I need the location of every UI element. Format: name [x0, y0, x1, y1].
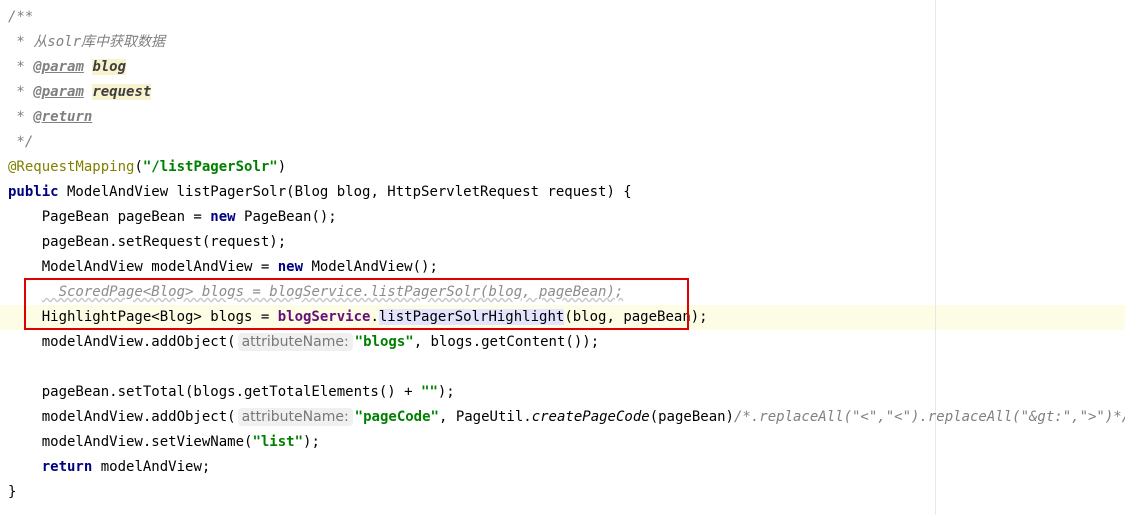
- javadoc-prefix: *: [8, 59, 34, 75]
- string-literal: "list": [252, 434, 304, 450]
- code-text: (pageBean): [649, 409, 734, 425]
- javadoc-prefix: *: [8, 109, 34, 125]
- code-line-16[interactable]: pageBean.setTotal(blogs.getTotalElements…: [8, 380, 455, 405]
- code-text: modelAndView.addObject(: [8, 334, 236, 350]
- string-literal: "pageCode": [354, 409, 439, 425]
- code-line-14[interactable]: modelAndView.addObject(attributeName: "bl…: [8, 330, 599, 355]
- code-text: modelAndView.setViewName(: [8, 434, 253, 450]
- code-line-20[interactable]: }: [8, 480, 16, 505]
- code-text: );: [303, 434, 320, 450]
- code-line-11[interactable]: ModelAndView modelAndView = new ModelAnd…: [8, 255, 438, 280]
- code-line-6[interactable]: */: [8, 130, 33, 155]
- code-line-8[interactable]: public ModelAndView listPagerSolr(Blog b…: [8, 180, 632, 205]
- code-line-9[interactable]: PageBean pageBean = new PageBean();: [8, 205, 337, 230]
- javadoc-param-request: request: [92, 84, 152, 100]
- string-literal: "": [421, 384, 438, 400]
- javadoc-description: 从solr库中获取数据: [33, 34, 166, 50]
- javadoc-open: /**: [8, 9, 34, 25]
- paren: (: [134, 159, 143, 175]
- code-line-1[interactable]: /**: [8, 5, 33, 30]
- annotation-value: "/listPagerSolr": [142, 159, 278, 175]
- code-text: pageBean.setTotal(blogs.getTotalElements…: [8, 384, 422, 400]
- keyword-return: return: [41, 459, 93, 475]
- code-line-18[interactable]: modelAndView.setViewName("list");: [8, 430, 320, 455]
- code-line-10[interactable]: pageBean.setRequest(request);: [8, 230, 286, 255]
- closing-brace: }: [8, 484, 17, 500]
- code-line-5[interactable]: * @return: [8, 105, 92, 130]
- code-text: modelAndView.addObject(: [8, 409, 236, 425]
- code-line-3[interactable]: * @param blog: [8, 55, 127, 80]
- keyword-new: new: [210, 209, 236, 225]
- javadoc-prefix: *: [8, 34, 34, 50]
- code-text: ModelAndView modelAndView =: [8, 259, 278, 275]
- right-margin-guide: [935, 0, 936, 515]
- keyword-public: public: [8, 184, 59, 200]
- javadoc-return-tag: @return: [33, 109, 93, 125]
- code-line-7[interactable]: @RequestMapping("/listPagerSolr"): [8, 155, 286, 180]
- code-text: pageBean.setRequest(request);: [8, 234, 287, 250]
- string-literal: "blogs": [354, 334, 414, 350]
- code-line-4[interactable]: * @param request: [8, 80, 152, 105]
- code-editor[interactable]: /** * 从solr库中获取数据 * @param blog * @param…: [0, 0, 1125, 515]
- code-text: );: [437, 384, 455, 400]
- code-text: PageBean pageBean =: [8, 209, 211, 225]
- javadoc-param-tag: @param: [33, 59, 84, 75]
- static-method-createPageCode: createPageCode: [531, 409, 650, 425]
- code-text: , PageUtil.: [438, 409, 532, 425]
- keyword-new: new: [277, 259, 304, 275]
- code-text: modelAndView;: [92, 459, 211, 475]
- code-text: , blogs.getContent());: [413, 334, 600, 350]
- annotation-name: @RequestMapping: [8, 159, 135, 175]
- javadoc-prefix: *: [8, 84, 34, 100]
- code-line-17[interactable]: modelAndView.addObject(attributeName: "pa…: [8, 405, 1125, 430]
- parameter-hint: attributeName:: [237, 408, 353, 426]
- red-highlight-annotation-box: [24, 278, 689, 330]
- method-signature: ModelAndView listPagerSolr(Blog blog, Ht…: [58, 184, 632, 200]
- paren: ): [277, 159, 287, 175]
- javadoc-close: */: [8, 134, 34, 150]
- code-text: ModelAndView();: [303, 259, 438, 275]
- code-line-19[interactable]: return modelAndView;: [8, 455, 211, 480]
- code-line-2[interactable]: * 从solr库中获取数据: [8, 30, 165, 55]
- javadoc-param-tag: @param: [33, 84, 84, 100]
- inline-comment: /*.replaceAll("<","<").replaceAll("&gt:"…: [734, 409, 1125, 425]
- javadoc-param-blog: blog: [92, 59, 127, 75]
- code-text: PageBean();: [235, 209, 337, 225]
- parameter-hint: attributeName:: [237, 333, 353, 351]
